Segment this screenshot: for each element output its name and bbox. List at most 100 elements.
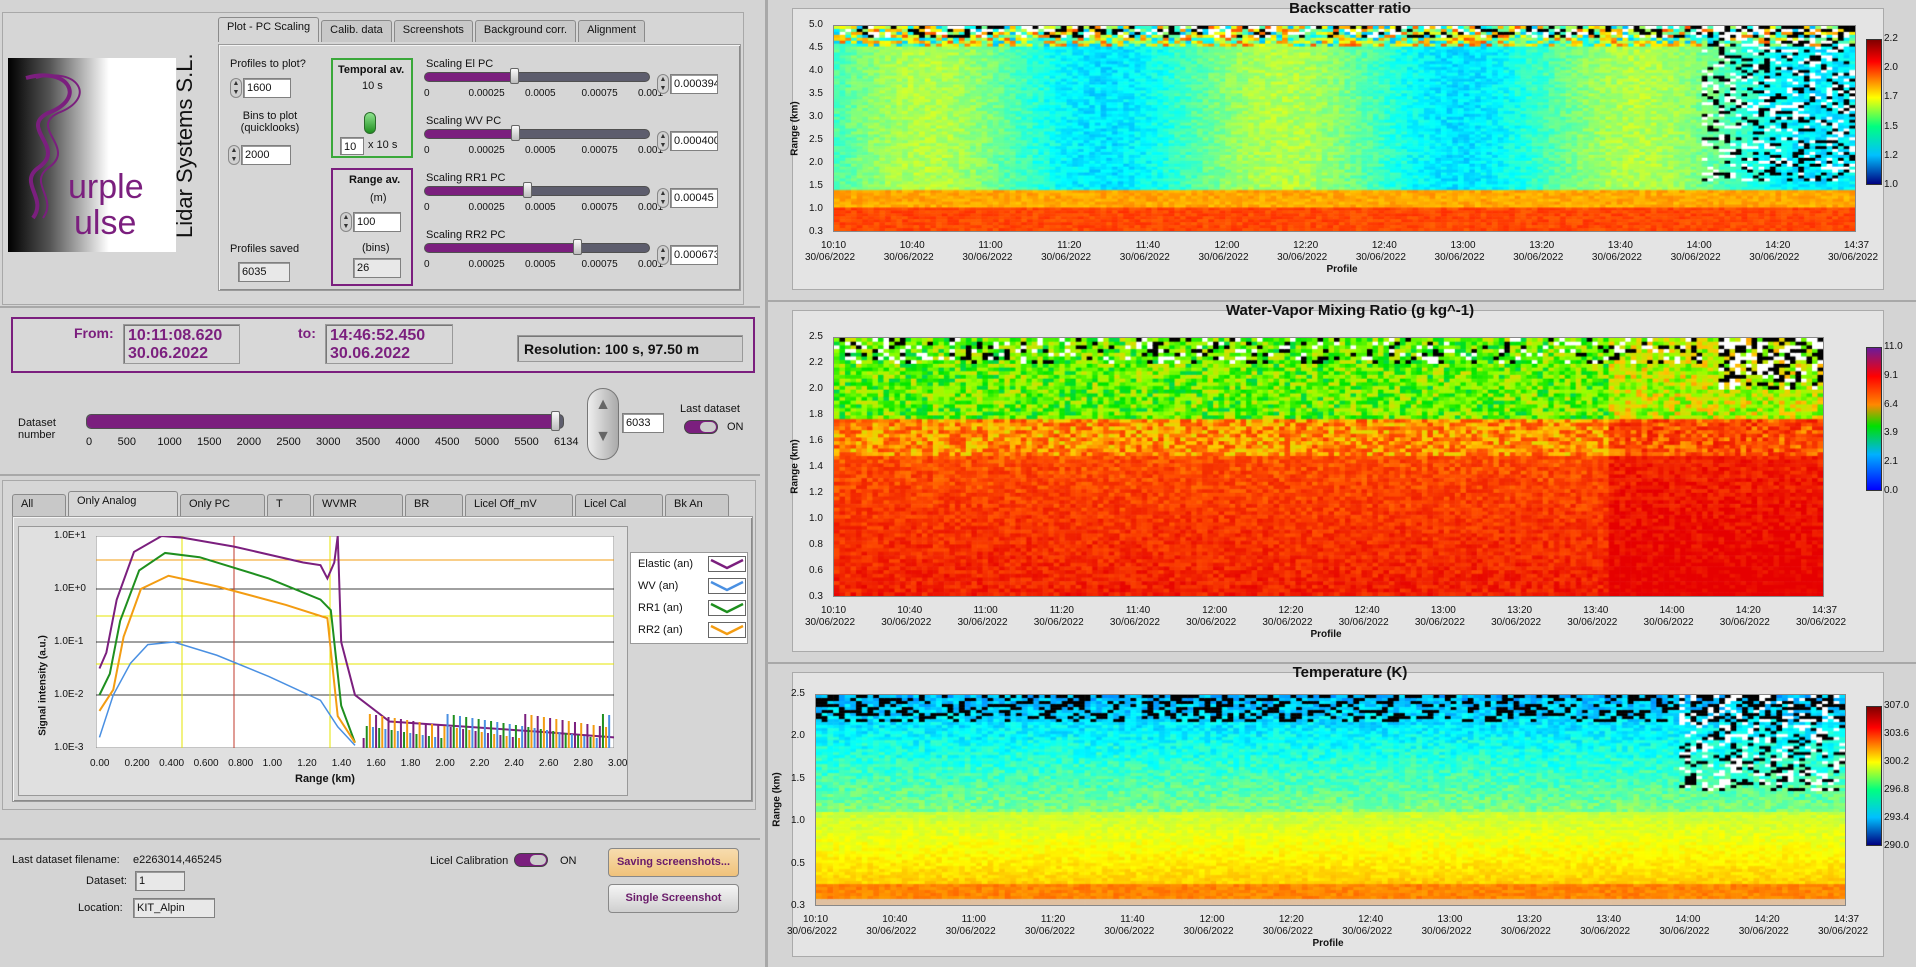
scaling-spinner[interactable]: ▲ ▼	[657, 245, 669, 265]
signal-tab[interactable]: All	[12, 494, 66, 516]
logo-text-2: ulse	[74, 204, 137, 242]
temporal-input[interactable]: 10	[340, 137, 364, 155]
date-tick: 30/06/2022	[1041, 252, 1092, 263]
scaling-value[interactable]: 0.00045	[670, 188, 718, 208]
signal-x-tick: 1.80	[400, 758, 421, 769]
date-tick: 30/06/2022	[1749, 252, 1800, 263]
signal-tab[interactable]: BR	[405, 494, 463, 516]
date-tick: 30/06/2022	[1670, 252, 1721, 263]
heatmap[interactable]	[815, 694, 1846, 906]
saving-screenshots-button[interactable]: Saving screenshots...	[608, 848, 739, 877]
signal-x-tick: 0.800	[228, 758, 254, 769]
signal-tab[interactable]: Licel Off_mV	[465, 494, 573, 516]
signal-plot[interactable]	[96, 536, 614, 748]
scaling-slider-thumb[interactable]	[511, 125, 521, 141]
heatmap[interactable]	[833, 25, 1856, 232]
range-input[interactable]: 100	[353, 212, 401, 232]
tab-screenshots[interactable]: Screenshots	[393, 20, 473, 42]
signal-tab[interactable]: Licel Cal	[575, 494, 663, 516]
scaling-slider-fill	[425, 73, 515, 81]
signal-tab[interactable]: WVMR	[313, 494, 403, 516]
dataset-tick: 1000	[157, 436, 182, 448]
tab-background-corr[interactable]: Background corr.	[474, 20, 577, 42]
date-tick: 30/06/2022	[1434, 252, 1485, 263]
bins-spinner[interactable]: ▲ ▼	[228, 145, 240, 165]
scale-tick: 0.00075	[581, 145, 618, 156]
time-tick: 11:40	[1125, 605, 1151, 616]
dataset-slider[interactable]	[86, 411, 564, 431]
top-tab-bar: Plot - PC Scaling Calib. data Screenshot…	[218, 17, 647, 42]
date-tick: 30/06/2022	[805, 252, 856, 263]
scale-tick: 0.00075	[581, 88, 618, 99]
date-tick: 30/06/2022	[1183, 926, 1234, 937]
colorbar-tick: 3.9	[1884, 427, 1898, 439]
scaling-slider-thumb[interactable]	[573, 239, 583, 255]
temporal-toggle-icon[interactable]	[364, 112, 376, 134]
time-tick: 13:20	[1529, 240, 1555, 251]
scaling-spinner[interactable]: ▲ ▼	[657, 74, 669, 94]
date-tick: 30/06/2022	[1109, 617, 1160, 628]
tab-plot-pc-scaling[interactable]: Plot - PC Scaling	[218, 17, 320, 42]
heatmap[interactable]	[833, 337, 1824, 597]
profiles-spinner[interactable]: ▲ ▼	[230, 78, 242, 98]
time-tick: 14:20	[1754, 914, 1780, 925]
scaling-slider[interactable]	[424, 68, 650, 84]
date-tick: 30/06/2022	[881, 617, 932, 628]
scaling-slider[interactable]	[424, 239, 650, 255]
bins-input[interactable]: 2000	[241, 145, 291, 165]
scaling-slider-fill	[425, 187, 527, 195]
range-spinner[interactable]: ▲ ▼	[340, 212, 352, 232]
scaling-slider[interactable]	[424, 125, 650, 141]
tab-alignment[interactable]: Alignment	[578, 20, 645, 42]
legend-swatch	[708, 578, 746, 594]
profiles-saved-value: 6035	[238, 262, 290, 282]
legend-swatch	[708, 600, 746, 616]
signal-tab[interactable]: Only PC	[180, 494, 265, 516]
to-date: 30.06.2022	[330, 345, 411, 362]
scaling-value[interactable]: 0.000400	[670, 131, 718, 151]
signal-x-tick: 2.80	[573, 758, 593, 769]
tab-calib-data[interactable]: Calib. data	[321, 20, 392, 42]
signal-tab[interactable]: T	[267, 494, 311, 516]
time-tick: 12:20	[1278, 605, 1304, 616]
date-tick: 30/06/2022	[1500, 926, 1551, 937]
signal-x-tick: 2.00	[435, 758, 455, 769]
single-screenshot-button[interactable]: Single Screenshot	[608, 884, 739, 913]
scaling-value[interactable]: 0.000673	[670, 245, 718, 265]
scale-tick: 0.00025	[468, 88, 505, 99]
y-tick: 0.3	[809, 591, 823, 602]
date-tick: 30/06/2022	[1580, 926, 1631, 937]
dataset-slider-thumb[interactable]	[550, 411, 560, 431]
scale-tick: 0	[424, 202, 430, 213]
date-tick: 30/06/2022	[1024, 926, 1075, 937]
signal-tab[interactable]: Bk An	[665, 494, 729, 516]
divider-3	[0, 838, 760, 840]
scaling-slider-thumb[interactable]	[522, 182, 532, 198]
scaling-slider[interactable]	[424, 182, 650, 198]
date-tick: 30/06/2022	[957, 617, 1008, 628]
colorbar	[1866, 706, 1882, 846]
range-av-unit: (m)	[370, 192, 387, 204]
scaling-spinner[interactable]: ▲ ▼	[657, 188, 669, 208]
scaling-value[interactable]: 0.000394	[670, 74, 718, 94]
dataset-tick: 500	[117, 436, 137, 448]
dataset-knob[interactable]: ▲ ▼	[587, 388, 619, 460]
date-tick: 30/06/2022	[1033, 617, 1084, 628]
time-tick: 14:20	[1735, 605, 1761, 616]
signal-tab[interactable]: Only Analog	[68, 491, 178, 516]
profiles-input[interactable]: 1600	[243, 78, 291, 98]
dataset-value[interactable]: 6033	[622, 413, 664, 433]
licel-calibration-toggle[interactable]	[514, 853, 548, 867]
y-tick: 1.2	[809, 487, 823, 498]
last-dataset-toggle[interactable]	[684, 420, 718, 434]
scaling-spinner[interactable]: ▲ ▼	[657, 131, 669, 151]
time-tick: 12:20	[1293, 240, 1319, 251]
colorbar	[1866, 39, 1882, 185]
colorbar-tick: 2.1	[1884, 456, 1898, 468]
signal-x-tick: 1.40	[331, 758, 352, 769]
scale-tick: 0.0005	[525, 145, 556, 156]
scaling-slider-thumb[interactable]	[510, 68, 520, 84]
date-tick: 30/06/2022	[1277, 252, 1328, 263]
date-tick: 30/06/2022	[945, 926, 996, 937]
colorbar-tick: 300.2	[1884, 756, 1910, 767]
